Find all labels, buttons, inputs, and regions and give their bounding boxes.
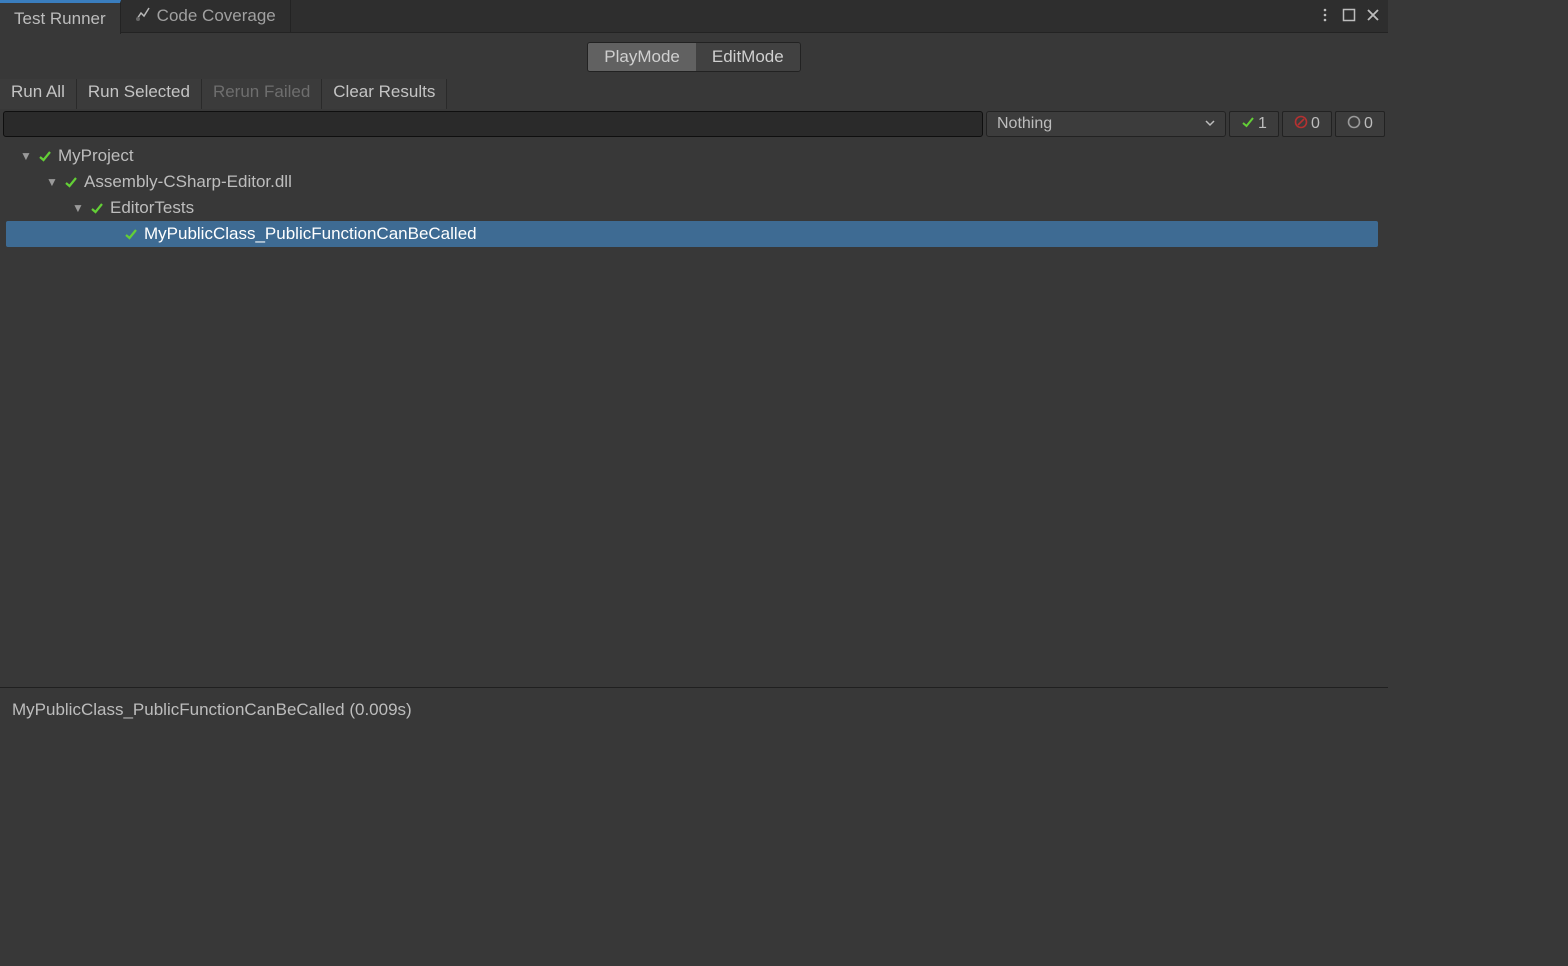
check-icon	[124, 224, 138, 244]
maximize-icon[interactable]	[1342, 8, 1356, 25]
kebab-menu-icon[interactable]	[1318, 8, 1332, 25]
check-icon	[90, 198, 104, 218]
result-text: MyPublicClass_PublicFunctionCanBeCalled …	[12, 700, 1376, 720]
coverage-icon	[135, 6, 151, 27]
expand-arrow-icon[interactable]: ▼	[46, 175, 60, 189]
fail-icon	[1294, 115, 1308, 134]
category-dropdown[interactable]: Nothing	[986, 111, 1226, 137]
editmode-button[interactable]: EditMode	[696, 43, 800, 71]
run-all-button[interactable]: Run All	[0, 79, 77, 109]
node-label: MyPublicClass_PublicFunctionCanBeCalled	[144, 224, 477, 244]
node-label: EditorTests	[110, 198, 194, 218]
skip-icon	[1347, 115, 1361, 134]
run-selected-button[interactable]: Run Selected	[77, 79, 202, 109]
fail-count[interactable]: 0	[1282, 111, 1332, 137]
node-label: Assembly-CSharp-Editor.dll	[84, 172, 292, 192]
rerun-failed-button[interactable]: Rerun Failed	[202, 79, 322, 109]
tab-code-coverage[interactable]: Code Coverage	[121, 0, 291, 32]
search-input[interactable]	[3, 111, 983, 137]
clear-results-button[interactable]: Clear Results	[322, 79, 447, 109]
action-toolbar: Run All Run Selected Rerun Failed Clear …	[0, 79, 1388, 109]
test-tree[interactable]: ▼ MyProject ▼ Assembly-CSharp-Editor.dll…	[0, 139, 1388, 687]
result-details-panel: MyPublicClass_PublicFunctionCanBeCalled …	[0, 687, 1388, 857]
check-icon	[38, 146, 52, 166]
count-value: 0	[1311, 115, 1320, 133]
search-wrap	[3, 111, 983, 137]
close-icon[interactable]	[1366, 8, 1380, 25]
tree-node-project[interactable]: ▼ MyProject	[4, 143, 1380, 169]
tree-node-test[interactable]: MyPublicClass_PublicFunctionCanBeCalled	[6, 221, 1378, 247]
mode-toggle-row: PlayMode EditMode	[0, 33, 1388, 79]
filter-row: Nothing 1 0 0	[0, 109, 1388, 139]
node-label: MyProject	[58, 146, 134, 166]
check-icon	[1241, 115, 1255, 134]
pass-count[interactable]: 1	[1229, 111, 1279, 137]
tab-label: Test Runner	[14, 9, 106, 29]
count-value: 1	[1258, 115, 1267, 133]
check-icon	[64, 172, 78, 192]
window-controls	[1318, 0, 1388, 32]
tab-label: Code Coverage	[157, 6, 276, 26]
count-value: 0	[1364, 115, 1373, 133]
tab-test-runner[interactable]: Test Runner	[0, 0, 121, 34]
expand-arrow-icon[interactable]: ▼	[72, 201, 86, 215]
tree-node-assembly[interactable]: ▼ Assembly-CSharp-Editor.dll	[4, 169, 1380, 195]
dropdown-label: Nothing	[997, 115, 1052, 133]
expand-arrow-icon[interactable]: ▼	[20, 149, 34, 163]
chevron-down-icon	[1205, 115, 1215, 133]
window-tab-bar: Test Runner Code Coverage	[0, 0, 1388, 33]
skip-count[interactable]: 0	[1335, 111, 1385, 137]
mode-toggle-group: PlayMode EditMode	[587, 42, 800, 72]
playmode-button[interactable]: PlayMode	[588, 43, 696, 71]
titlebar-spacer	[291, 0, 1318, 32]
tree-node-fixture[interactable]: ▼ EditorTests	[4, 195, 1380, 221]
